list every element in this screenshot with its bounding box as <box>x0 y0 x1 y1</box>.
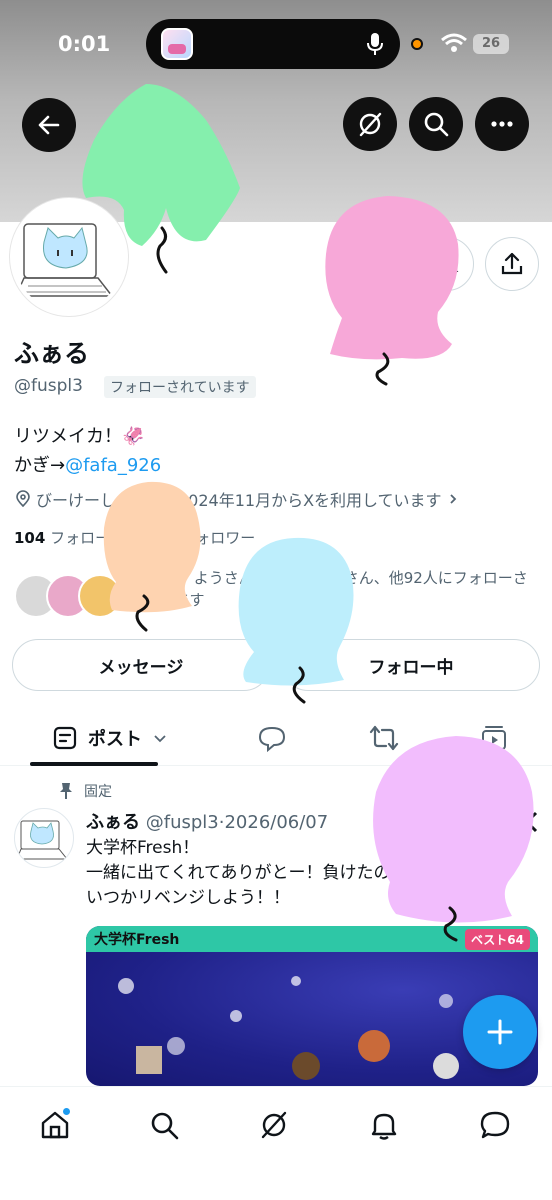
microphone-icon <box>367 33 383 55</box>
grok-icon <box>261 1111 287 1139</box>
post-image[interactable]: 大学杯Fresh ベスト64 <box>86 926 538 1086</box>
search-icon <box>424 112 449 137</box>
grok-button[interactable] <box>343 97 397 151</box>
bio-mention-link[interactable]: @fafa_926 <box>65 455 161 476</box>
nav-grok[interactable] <box>250 1101 298 1149</box>
share-button[interactable] <box>485 237 539 291</box>
join-date-text: 2024年11月からXを利用しています <box>178 491 442 510</box>
message-button[interactable]: メッセージ <box>12 639 270 691</box>
green-squid-overlay <box>82 84 240 274</box>
pinned-label: 固定 <box>84 784 112 800</box>
bell-icon <box>371 1113 397 1140</box>
share-icon <box>501 252 523 275</box>
post-author-name[interactable]: ふぁる <box>86 812 140 833</box>
pin-icon <box>60 783 72 799</box>
bio-line-2: かぎ→@fafa_926 <box>14 451 161 477</box>
post-header: ふぁる @fuspl3·2026/06/07 <box>86 808 328 834</box>
profile-name: ふぁる <box>14 339 90 368</box>
wifi-icon <box>441 33 467 52</box>
post-author-avatar[interactable] <box>14 808 74 868</box>
status-time: 0:01 <box>58 32 111 56</box>
tab-posts-label: ポスト <box>88 729 142 750</box>
back-button[interactable] <box>22 98 76 152</box>
arrow-left-icon <box>38 115 60 135</box>
location-pin-icon <box>16 490 30 508</box>
nav-home[interactable] <box>31 1101 79 1149</box>
blue-octopus-overlay <box>238 537 354 704</box>
grok-icon <box>359 112 382 137</box>
cat-laptop-drawing <box>16 820 69 860</box>
bio-line-1: リツメイカ！🦑 <box>14 426 145 447</box>
compose-button[interactable] <box>463 995 537 1069</box>
search-button[interactable] <box>409 97 463 151</box>
peach-octopus-overlay <box>103 481 201 632</box>
posts-icon <box>53 726 77 750</box>
following-count: 104 <box>14 529 46 547</box>
notification-dot <box>62 1107 71 1116</box>
active-tab-indicator <box>30 762 158 766</box>
post-handle-date: @fuspl3·2026/06/07 <box>145 812 329 833</box>
nav-notifications[interactable] <box>360 1101 408 1149</box>
pink-octopus-overlay <box>325 196 459 386</box>
app-icon <box>161 28 193 60</box>
more-icon <box>491 121 513 127</box>
plus-icon <box>487 1019 513 1045</box>
message-icon <box>480 1111 510 1139</box>
tab-replies[interactable] <box>244 710 300 766</box>
reply-icon <box>258 726 286 753</box>
dynamic-island[interactable] <box>146 19 400 69</box>
battery-indicator: 26 <box>473 34 509 54</box>
chevron-down-icon <box>154 735 166 743</box>
more-button[interactable] <box>475 97 529 151</box>
bio-prefix: かぎ→ <box>14 455 66 476</box>
search-icon <box>151 1112 179 1140</box>
tab-posts[interactable]: ポスト <box>30 710 190 766</box>
game-scene-drawing <box>118 976 459 1080</box>
pinned-indicator: 固定 <box>58 781 112 801</box>
follows-you-badge: フォローされています <box>104 376 256 398</box>
profile-handle: @fuspl3 <box>14 376 83 396</box>
purple-octopus-overlay <box>373 736 534 942</box>
bottom-nav <box>0 1086 552 1200</box>
privacy-indicator <box>411 38 423 50</box>
nav-messages[interactable] <box>471 1101 519 1149</box>
chevron-right-icon <box>449 494 456 504</box>
nav-search[interactable] <box>140 1101 188 1149</box>
